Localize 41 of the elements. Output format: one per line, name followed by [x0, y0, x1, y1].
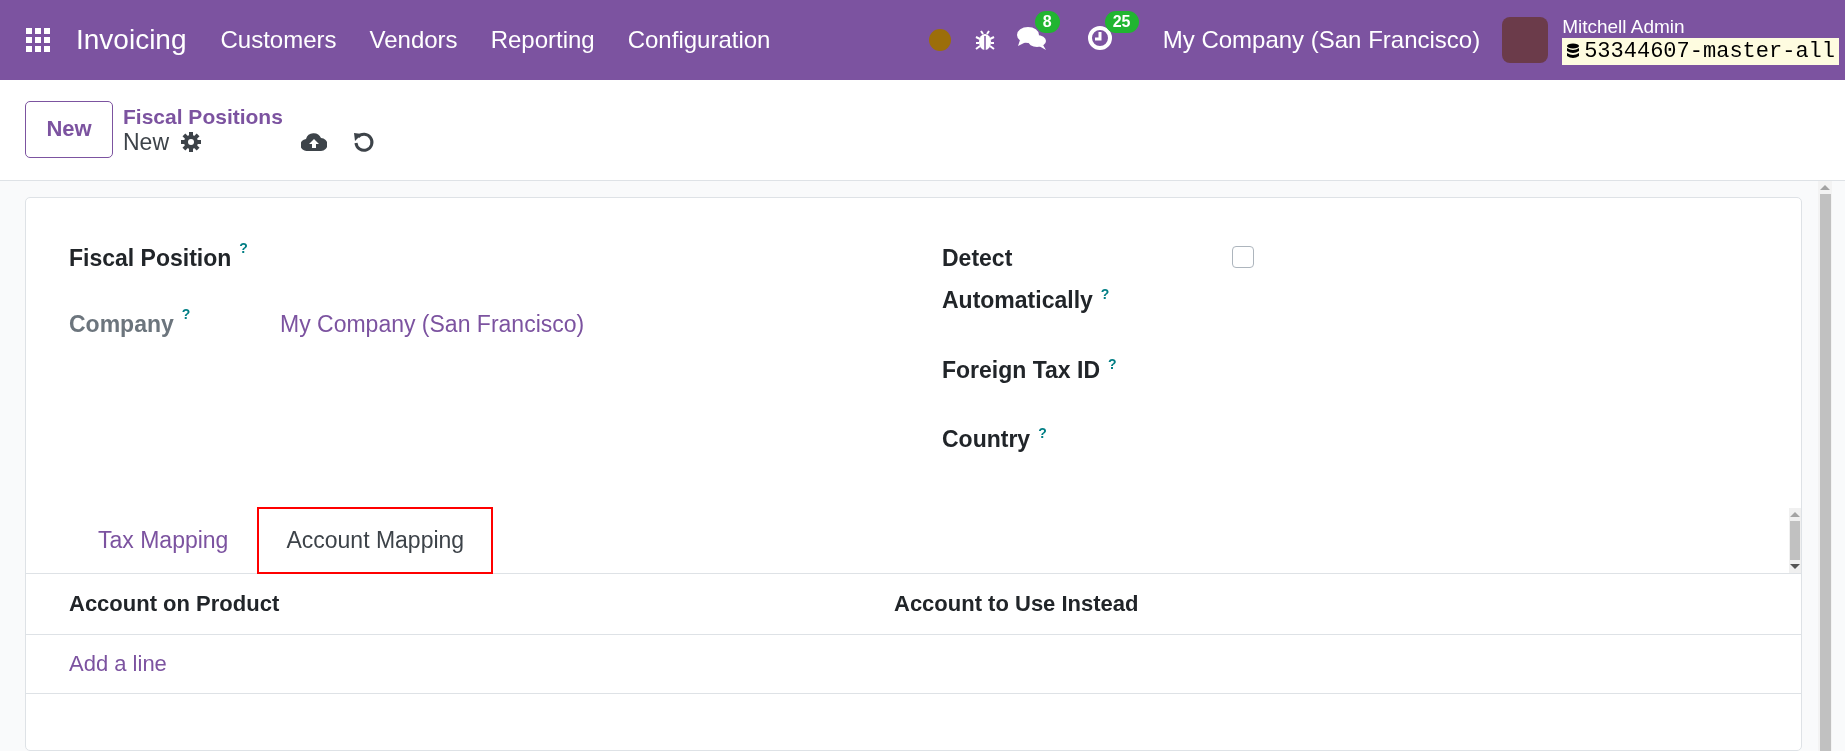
help-tooltip[interactable]: ?: [1108, 355, 1117, 372]
new-button[interactable]: New: [25, 100, 113, 158]
field-label: Detect Automatically $^{?}$: [942, 244, 1111, 315]
help-tooltip[interactable]: ?: [181, 306, 191, 342]
tab[interactable]: Tax Mapping: [69, 506, 258, 574]
menu-item[interactable]: Customers: [220, 26, 337, 54]
menu-item[interactable]: Vendors: [369, 26, 458, 54]
bug-icon[interactable]: [974, 29, 995, 51]
database-name: 53344607-master-all: [1584, 38, 1835, 64]
checkbox[interactable]: [1232, 246, 1254, 268]
cloud-upload-icon[interactable]: [301, 132, 327, 152]
breadcrumb-link[interactable]: Fiscal Positions: [123, 104, 375, 129]
tab[interactable]: Account Mapping: [257, 506, 494, 574]
company-field[interactable]: My Company (San Francisco): [280, 306, 585, 342]
chat-icon[interactable]: [1016, 25, 1047, 51]
scrollbar[interactable]: [1789, 507, 1801, 573]
help-tooltip[interactable]: ?: [1100, 286, 1110, 302]
help-tooltip[interactable]: ?: [1038, 425, 1047, 442]
record-name: New: [123, 128, 169, 156]
field-label: Foreign Tax ID $^{?}$: [942, 354, 1117, 385]
field-label: Company: [69, 310, 174, 339]
app-name[interactable]: Invoicing: [76, 24, 187, 56]
message-count-badge: 8: [1034, 11, 1060, 33]
settings-icon[interactable]: [181, 132, 201, 152]
activity-count-badge: 25: [1104, 11, 1139, 33]
field-label: Fiscal Position: [69, 244, 232, 273]
scrollbar[interactable]: [1818, 181, 1832, 751]
user-name[interactable]: Mitchell Admin: [1562, 15, 1839, 38]
add-line-link[interactable]: Add a line: [69, 650, 167, 676]
column-header: Account on Product: [69, 590, 281, 617]
column-header: Account to Use Instead: [894, 590, 1140, 617]
field-label: Country $^{?}$: [942, 424, 1048, 454]
menu-item[interactable]: Reporting: [490, 26, 595, 54]
clock-icon[interactable]: [1086, 25, 1113, 51]
status-dot-icon[interactable]: [928, 29, 951, 51]
menu-item[interactable]: Configuration: [627, 26, 771, 54]
apps-menu-icon[interactable]: [26, 28, 50, 52]
database-icon: [1566, 43, 1581, 59]
discard-icon[interactable]: [353, 131, 375, 153]
company-switcher[interactable]: My Company (San Francisco): [1162, 26, 1481, 54]
help-tooltip[interactable]: ?: [239, 240, 248, 256]
